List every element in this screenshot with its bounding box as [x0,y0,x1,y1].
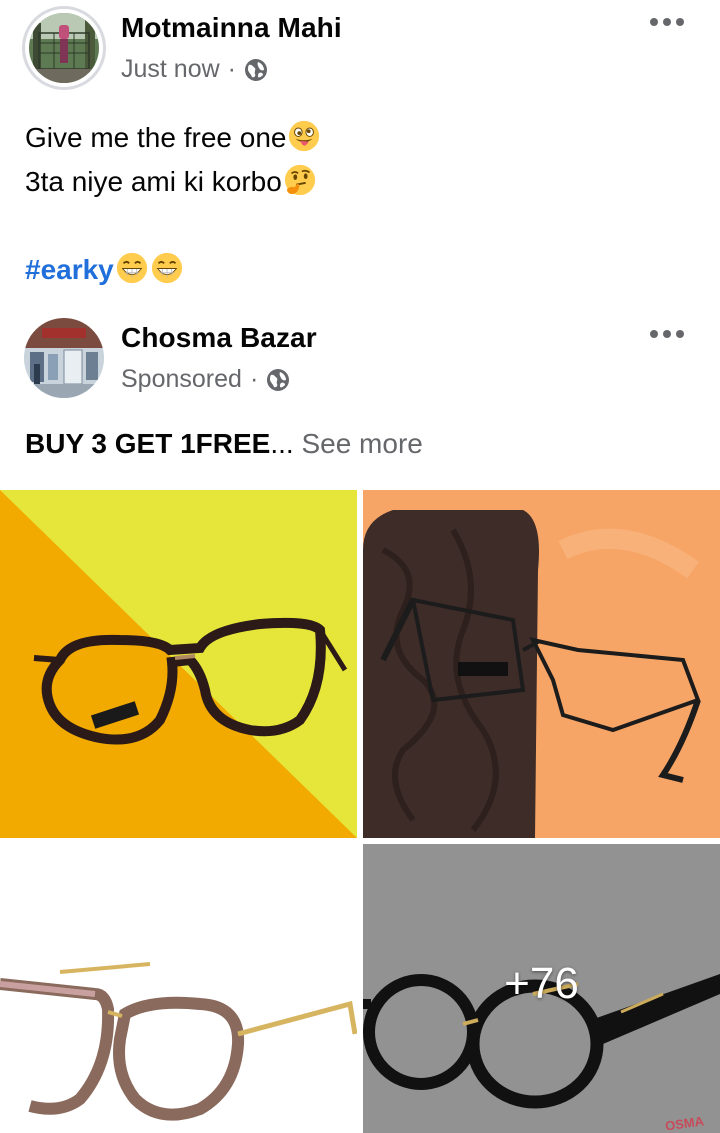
thinking-face-emoji-icon [284,164,315,196]
more-photos-count[interactable]: +76 [363,844,720,1133]
page-name[interactable]: Chosma Bazar [121,322,317,354]
meta-separator: · [227,55,236,83]
wire-frame-glasses-on-wallet-image [363,490,720,838]
dot-icon [676,18,684,26]
ad-post-header: Chosma Bazar Sponsored · [0,312,720,412]
sponsored-label[interactable]: Sponsored [121,365,242,394]
post-line-hashtags: #earky [25,248,321,292]
dot-icon [650,330,658,338]
post-meta: Just now · [121,55,268,84]
author-name[interactable]: Motmainna Mahi [121,12,342,44]
page-avatar-photo [24,318,104,398]
tortoise-frame-glasses-image [0,844,357,1133]
avatar-photo [29,13,99,83]
gallery-tile-3[interactable] [0,844,357,1133]
post-line-blank [25,204,321,248]
author-avatar[interactable] [22,6,106,90]
grinning-emoji-icon [116,252,147,284]
dot-icon [663,330,671,338]
ad-meta: Sponsored · [121,365,290,394]
ad-headline: BUY 3 GET 1FREE [25,428,271,459]
gallery-tile-2[interactable] [363,490,720,838]
meta-separator: · [249,365,259,393]
post-line-2: 3ta niye ami ki korbo [25,160,321,204]
gallery-tile-4[interactable]: +76 OSMA [363,844,720,1133]
shared-post-header: Motmainna Mahi Just now · [0,0,720,100]
post-options-button[interactable] [650,16,684,28]
gallery-tile-1[interactable] [0,490,357,838]
dot-icon [650,18,658,26]
grinning-emoji-icon [151,252,182,284]
hashtag-link[interactable]: #earky [25,254,114,285]
ad-ellipsis: ... [270,428,294,459]
globe-icon[interactable] [244,58,268,82]
dot-icon [663,18,671,26]
ad-text: BUY 3 GET 1FREE... See more [25,428,423,460]
page-avatar[interactable] [24,318,104,398]
post-line-1: Give me the free one [25,116,321,160]
shared-post-text: Give me the free one 3ta niye ami ki kor… [25,116,321,292]
dot-icon [676,330,684,338]
post-timestamp[interactable]: Just now [121,55,220,84]
see-more-link[interactable]: See more [301,428,422,459]
ad-options-button[interactable] [650,328,684,340]
globe-icon[interactable] [266,368,290,392]
yellow-frame-glasses-image [0,490,357,838]
tongue-out-emoji-icon [289,120,320,152]
